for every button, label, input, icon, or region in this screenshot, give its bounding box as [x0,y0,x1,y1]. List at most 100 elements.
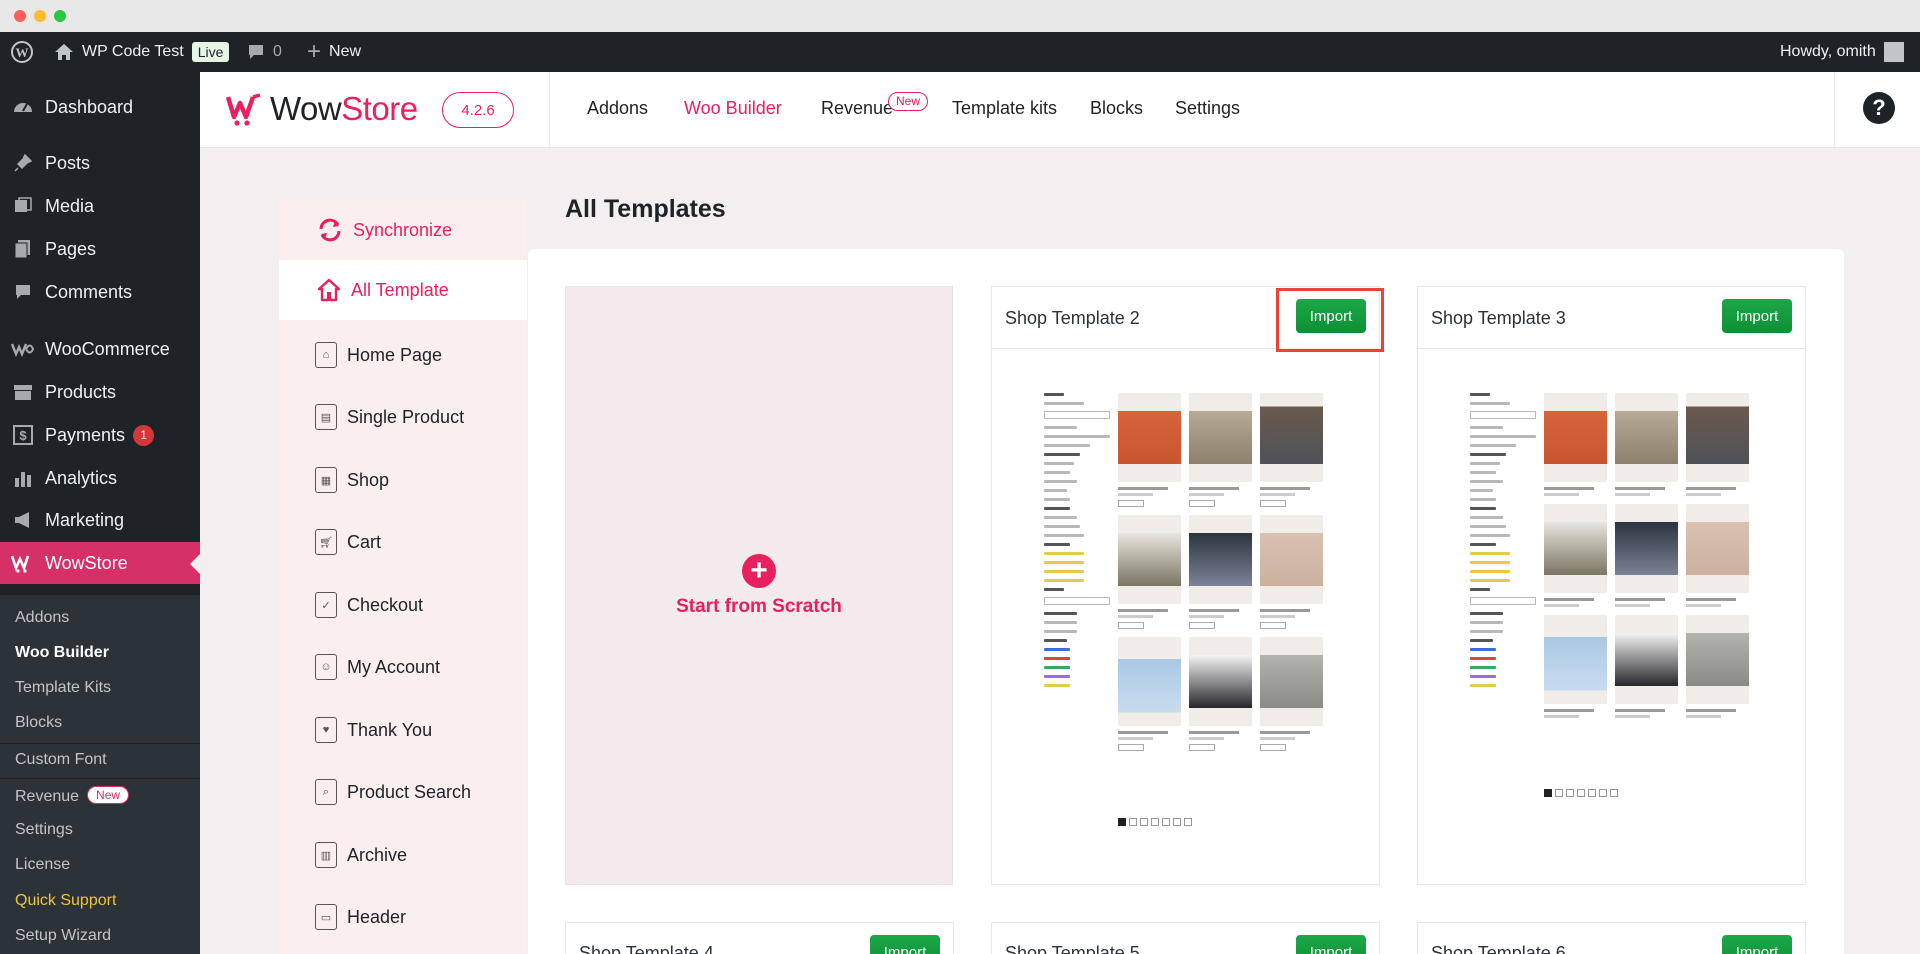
tab-header[interactable]: ▭ Header [315,902,406,932]
shop-grid-icon: ▦ [315,467,337,493]
sidebar-item-pages[interactable]: Pages [0,228,200,270]
submenu-license[interactable]: License [15,856,70,874]
nav-revenue[interactable]: Revenue [821,98,893,119]
cat-label: Home Page [347,344,443,365]
tab-home-page[interactable]: ⌂ Home Page [315,340,442,370]
window-minimize-button[interactable] [34,10,46,22]
comments-link[interactable]: 0 [247,32,282,72]
sidebar-label-posts: Posts [45,152,91,173]
site-name-link[interactable]: WP Code Test Live [54,32,230,72]
media-icon [10,195,36,217]
template-category-nav: Synchronize All Template ⌂ Home Page ▤ Sin… [279,200,527,954]
home-icon [55,44,73,60]
sidebar-item-payments[interactable]: $ Payments 1 [0,414,200,456]
sidebar-item-products[interactable]: Products [0,371,200,413]
single-product-icon: ▤ [315,404,337,430]
submenu-quick-support[interactable]: Quick Support [15,892,116,910]
tab-product-search[interactable]: ⌕ Product Search [315,777,471,807]
window-close-button[interactable] [14,10,26,22]
sidebar-label-marketing: Marketing [45,509,125,530]
sidebar-label-dashboard: Dashboard [45,96,134,117]
submenu-blocks[interactable]: Blocks [15,714,62,732]
sidebar-item-analytics[interactable]: Analytics [0,457,200,499]
search-icon: ⌕ [315,779,337,805]
preview-product-grid [1118,393,1328,751]
sidebar-label-products: Products [45,381,117,402]
nav-woo-builder[interactable]: Woo Builder [684,98,782,119]
avatar [1883,42,1904,62]
sidebar-item-posts[interactable]: Posts [0,142,200,184]
tab-cart[interactable]: 🛒︎ Cart [315,527,381,557]
sidebar-item-comments[interactable]: Comments [0,271,200,313]
nav-settings[interactable]: Settings [1175,98,1240,119]
help-icon[interactable]: ? [1863,92,1895,124]
woocommerce-icon [10,338,36,360]
wordpress-logo-button[interactable]: W [10,32,34,72]
sidebar-label-woocommerce: WooCommerce [45,338,170,359]
new-content-link[interactable]: + New [307,32,361,72]
template-title: Shop Template 5 [1005,943,1140,954]
submenu-template-kits[interactable]: Template Kits [15,679,111,697]
preview-filter-sidebar [1044,393,1110,693]
template-card: Shop Template 5 Import [991,922,1380,954]
tab-archive[interactable]: ▥ Archive [315,840,407,870]
template-card: Shop Template 6 Import [1417,922,1806,954]
window-zoom-button[interactable] [54,10,66,22]
submenu-custom-font[interactable]: Custom Font [15,751,107,769]
submenu-divider [0,743,200,744]
sidebar-item-wowstore[interactable]: WowStore [0,542,200,584]
sidebar-item-marketing[interactable]: Marketing [0,499,200,541]
import-button[interactable]: Import [1722,935,1792,954]
tab-shop[interactable]: ▦ Shop [315,465,389,495]
template-title: Shop Template 2 [1005,308,1140,328]
import-button[interactable]: Import [870,935,940,954]
howdy-text: Howdy, omith [1780,43,1876,60]
sidebar-label-comments: Comments [45,281,133,302]
dollar-icon: $ [10,424,36,446]
import-button[interactable]: Import [1296,935,1366,954]
all-template-label: All Template [351,279,449,300]
svg-text:W: W [16,45,29,60]
plus-icon: + [307,38,322,65]
tab-all-template[interactable]: All Template [279,260,527,320]
nav-template-kits[interactable]: Template kits [952,98,1057,119]
sidebar-item-dashboard[interactable]: Dashboard [0,86,200,128]
wowstore-logo[interactable]: WowStore [226,90,418,128]
submenu-revenue[interactable]: Revenue New [15,786,130,806]
synchronize-label: Synchronize [353,219,453,240]
new-label: New [329,43,362,60]
submenu-addons[interactable]: Addons [15,609,69,627]
tab-checkout[interactable]: ✓ Checkout [315,590,423,620]
template-card: Shop Template 4 Import [565,922,954,954]
plus-icon: + [742,553,776,588]
cat-label: Header [347,906,407,927]
wowstore-logo-icon [226,93,261,126]
cat-label: Thank You [347,719,433,740]
cat-label: Archive [347,844,408,865]
tab-single-product[interactable]: ▤ Single Product [315,402,464,432]
live-badge: Live [191,42,230,62]
revenue-new-badge: New [888,92,929,111]
nav-blocks[interactable]: Blocks [1090,98,1143,119]
start-from-scratch-label: Start from Scratch [676,595,842,617]
tab-my-account[interactable]: ☺ My Account [315,652,440,682]
submenu-woo-builder[interactable]: Woo Builder [15,644,109,662]
start-from-scratch-card[interactable]: + Start from Scratch [565,286,953,885]
nav-addons[interactable]: Addons [587,98,648,119]
new-badge: New [87,786,130,804]
import-button[interactable]: Import [1722,299,1792,333]
import-highlight-box [1276,288,1384,352]
sidebar-item-media[interactable]: Media [0,185,200,227]
submenu-settings[interactable]: Settings [15,821,73,839]
submenu-setup-wizard[interactable]: Setup Wizard [15,927,111,945]
page-title: All Templates [565,195,726,223]
user-account-menu[interactable]: Howdy, omith [1780,32,1904,72]
header-divider [1834,72,1835,148]
tab-thank-you[interactable]: ♥ Thank You [315,715,432,745]
sidebar-item-woocommerce[interactable]: WooCommerce [0,328,200,370]
comment-icon [10,281,36,303]
version-badge: 4.2.6 [442,92,514,128]
synchronize-button[interactable]: Synchronize [279,200,527,260]
template-card: Shop Template 3 Import [1417,286,1806,885]
active-arrow [190,554,200,574]
